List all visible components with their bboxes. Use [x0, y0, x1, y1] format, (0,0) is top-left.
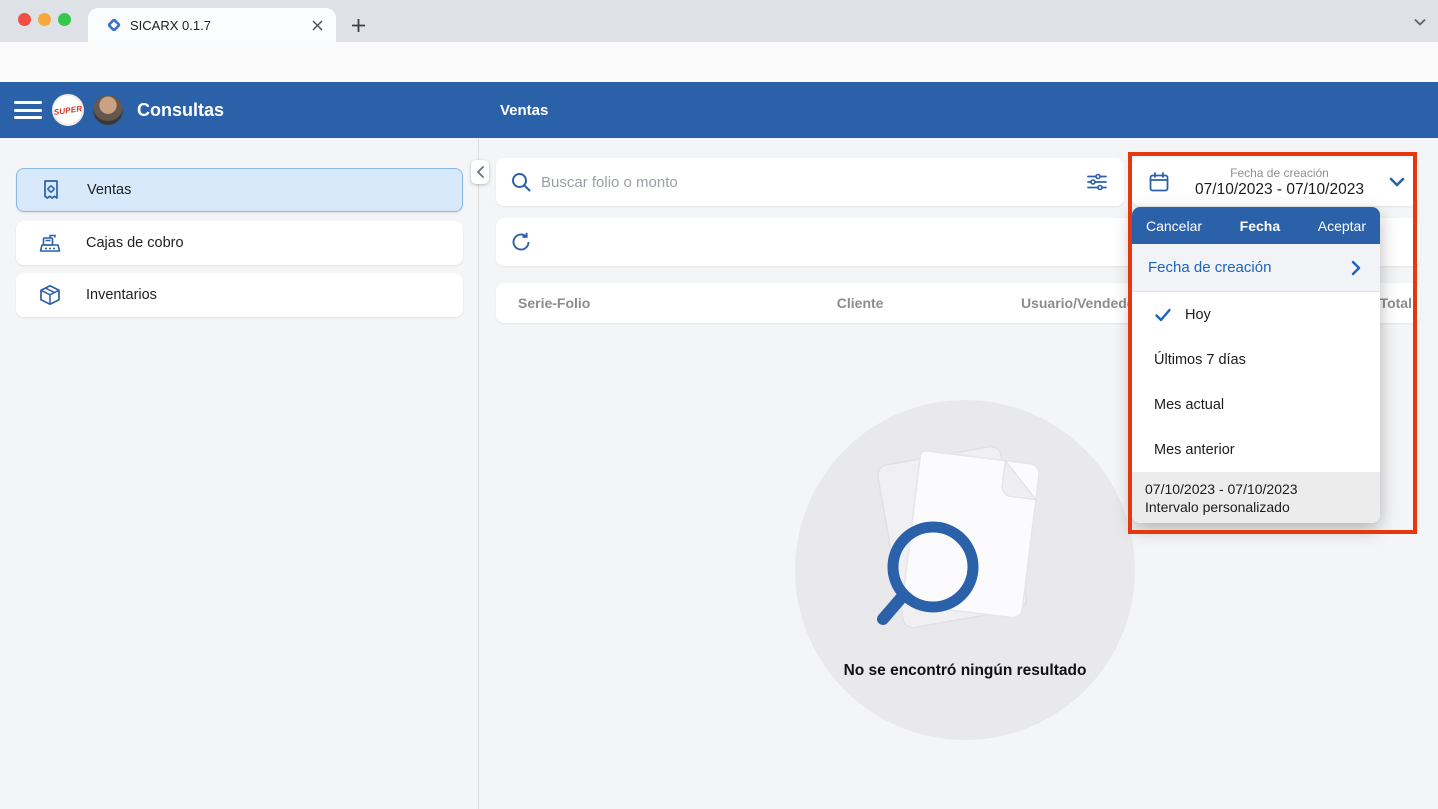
- option-intervalo-personalizado[interactable]: 07/10/2023 - 07/10/2023 Intervalo person…: [1132, 472, 1380, 523]
- receipt-icon: [39, 178, 63, 202]
- option-label: Mes actual: [1154, 396, 1225, 413]
- search-bar: [496, 158, 1124, 206]
- empty-state-illustration: [845, 435, 1085, 665]
- company-logo[interactable]: SUPER: [49, 91, 87, 129]
- option-mes-actual[interactable]: Mes actual: [1132, 382, 1380, 427]
- sidebar-item-label: Inventarios: [86, 287, 157, 303]
- option-mes-anterior[interactable]: Mes anterior: [1132, 427, 1380, 472]
- option-label: Hoy: [1185, 306, 1211, 323]
- option-label: Últimos 7 días: [1154, 351, 1246, 368]
- user-avatar[interactable]: [93, 95, 123, 125]
- custom-range-value: 07/10/2023 - 07/10/2023: [1145, 480, 1298, 497]
- date-filter-texts: Fecha de creación 07/10/2023 - 07/10/202…: [1171, 166, 1388, 199]
- sidebar-item-label: Cajas de cobro: [86, 235, 184, 251]
- dropdown-header: Cancelar Fecha Aceptar: [1132, 207, 1380, 244]
- browser-tab-strip: SICARX 0.1.7: [0, 0, 1438, 42]
- section-title: Ventas: [500, 101, 549, 119]
- sidebar-item-inventarios[interactable]: Inventarios: [16, 273, 463, 317]
- option-hoy[interactable]: Hoy: [1132, 292, 1380, 337]
- page-title: Consultas: [137, 99, 225, 120]
- column-header-serie-folio[interactable]: Serie-Folio: [496, 295, 750, 311]
- chevron-right-icon: [1348, 260, 1364, 276]
- window-close-button[interactable]: [18, 13, 31, 26]
- dropdown-title: Fecha: [1239, 217, 1281, 234]
- chevron-down-icon[interactable]: [1388, 173, 1406, 191]
- submenu-fecha-de-creacion[interactable]: Fecha de creación: [1132, 244, 1380, 292]
- refresh-icon[interactable]: [509, 230, 533, 254]
- sidebar: Ventas Cajas de cobro Inventarios: [0, 138, 479, 809]
- sidebar-item-cajas-de-cobro[interactable]: Cajas de cobro: [16, 221, 463, 265]
- tab-title: SICARX 0.1.7: [130, 17, 211, 33]
- submenu-label: Fecha de creación: [1148, 259, 1272, 276]
- option-ultimos-7-dias[interactable]: Últimos 7 días: [1132, 337, 1380, 382]
- accept-button[interactable]: Aceptar: [1318, 218, 1366, 234]
- screen: SICARX 0.1.7 app.sicarx.com/: [0, 0, 1438, 809]
- date-filter-control[interactable]: Fecha de creación 07/10/2023 - 07/10/202…: [1132, 158, 1418, 206]
- sidebar-collapse-chevron-left-icon[interactable]: [471, 160, 489, 184]
- package-box-icon: [38, 283, 62, 307]
- cash-register-icon: [38, 231, 62, 255]
- column-header-cliente[interactable]: Cliente: [750, 295, 971, 311]
- date-filter-value: 07/10/2023 - 07/10/2023: [1195, 180, 1364, 198]
- custom-range-label: Intervalo personalizado: [1145, 498, 1290, 515]
- check-icon: [1154, 306, 1172, 324]
- date-filter-dropdown: Cancelar Fecha Aceptar Fecha de creación…: [1132, 207, 1380, 523]
- empty-state-message: No se encontró ningún resultado: [843, 662, 1087, 679]
- sidebar-item-ventas[interactable]: Ventas: [16, 168, 463, 212]
- tab-close-icon[interactable]: [308, 16, 326, 34]
- sicarx-favicon-diamond-icon: [106, 17, 122, 33]
- tab-search-chevron-down-icon[interactable]: [1410, 12, 1430, 32]
- menu-hamburger-icon[interactable]: [14, 99, 42, 121]
- window-minimize-button[interactable]: [38, 13, 51, 26]
- calendar-icon: [1147, 170, 1171, 194]
- app-header: SUPER Consultas Ventas: [0, 82, 1438, 138]
- date-filter-label: Fecha de creación: [1230, 165, 1329, 180]
- browser-toolbar: app.sicarx.com/queries/sales: [0, 42, 1438, 118]
- new-tab-button[interactable]: [346, 13, 370, 37]
- browser-tab[interactable]: SICARX 0.1.7: [88, 8, 336, 42]
- option-label: Mes anterior: [1154, 441, 1235, 458]
- cancel-button[interactable]: Cancelar: [1146, 218, 1202, 234]
- window-zoom-button[interactable]: [58, 13, 71, 26]
- search-icon: [510, 171, 532, 193]
- filter-sliders-icon[interactable]: [1086, 171, 1108, 193]
- sidebar-item-label: Ventas: [87, 182, 132, 198]
- search-input[interactable]: [541, 173, 1086, 191]
